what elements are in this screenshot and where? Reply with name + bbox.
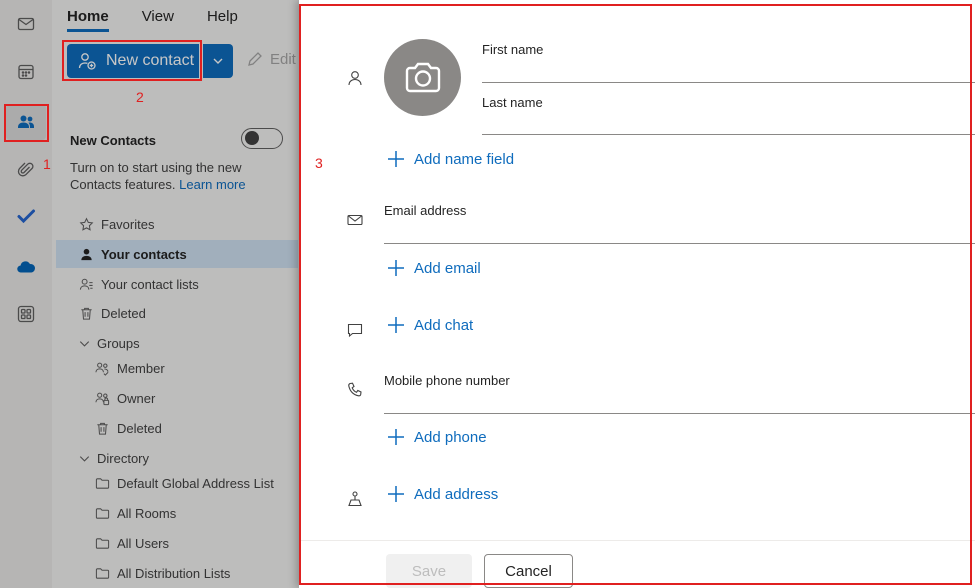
annotation-box-new-contact [62,40,202,81]
annotation-number-1: 1 [43,156,51,172]
annotation-number-3: 3 [315,155,323,171]
annotation-box-people [4,104,49,142]
annotation-number-2: 2 [136,89,144,105]
annotation-box-panel [299,4,972,585]
